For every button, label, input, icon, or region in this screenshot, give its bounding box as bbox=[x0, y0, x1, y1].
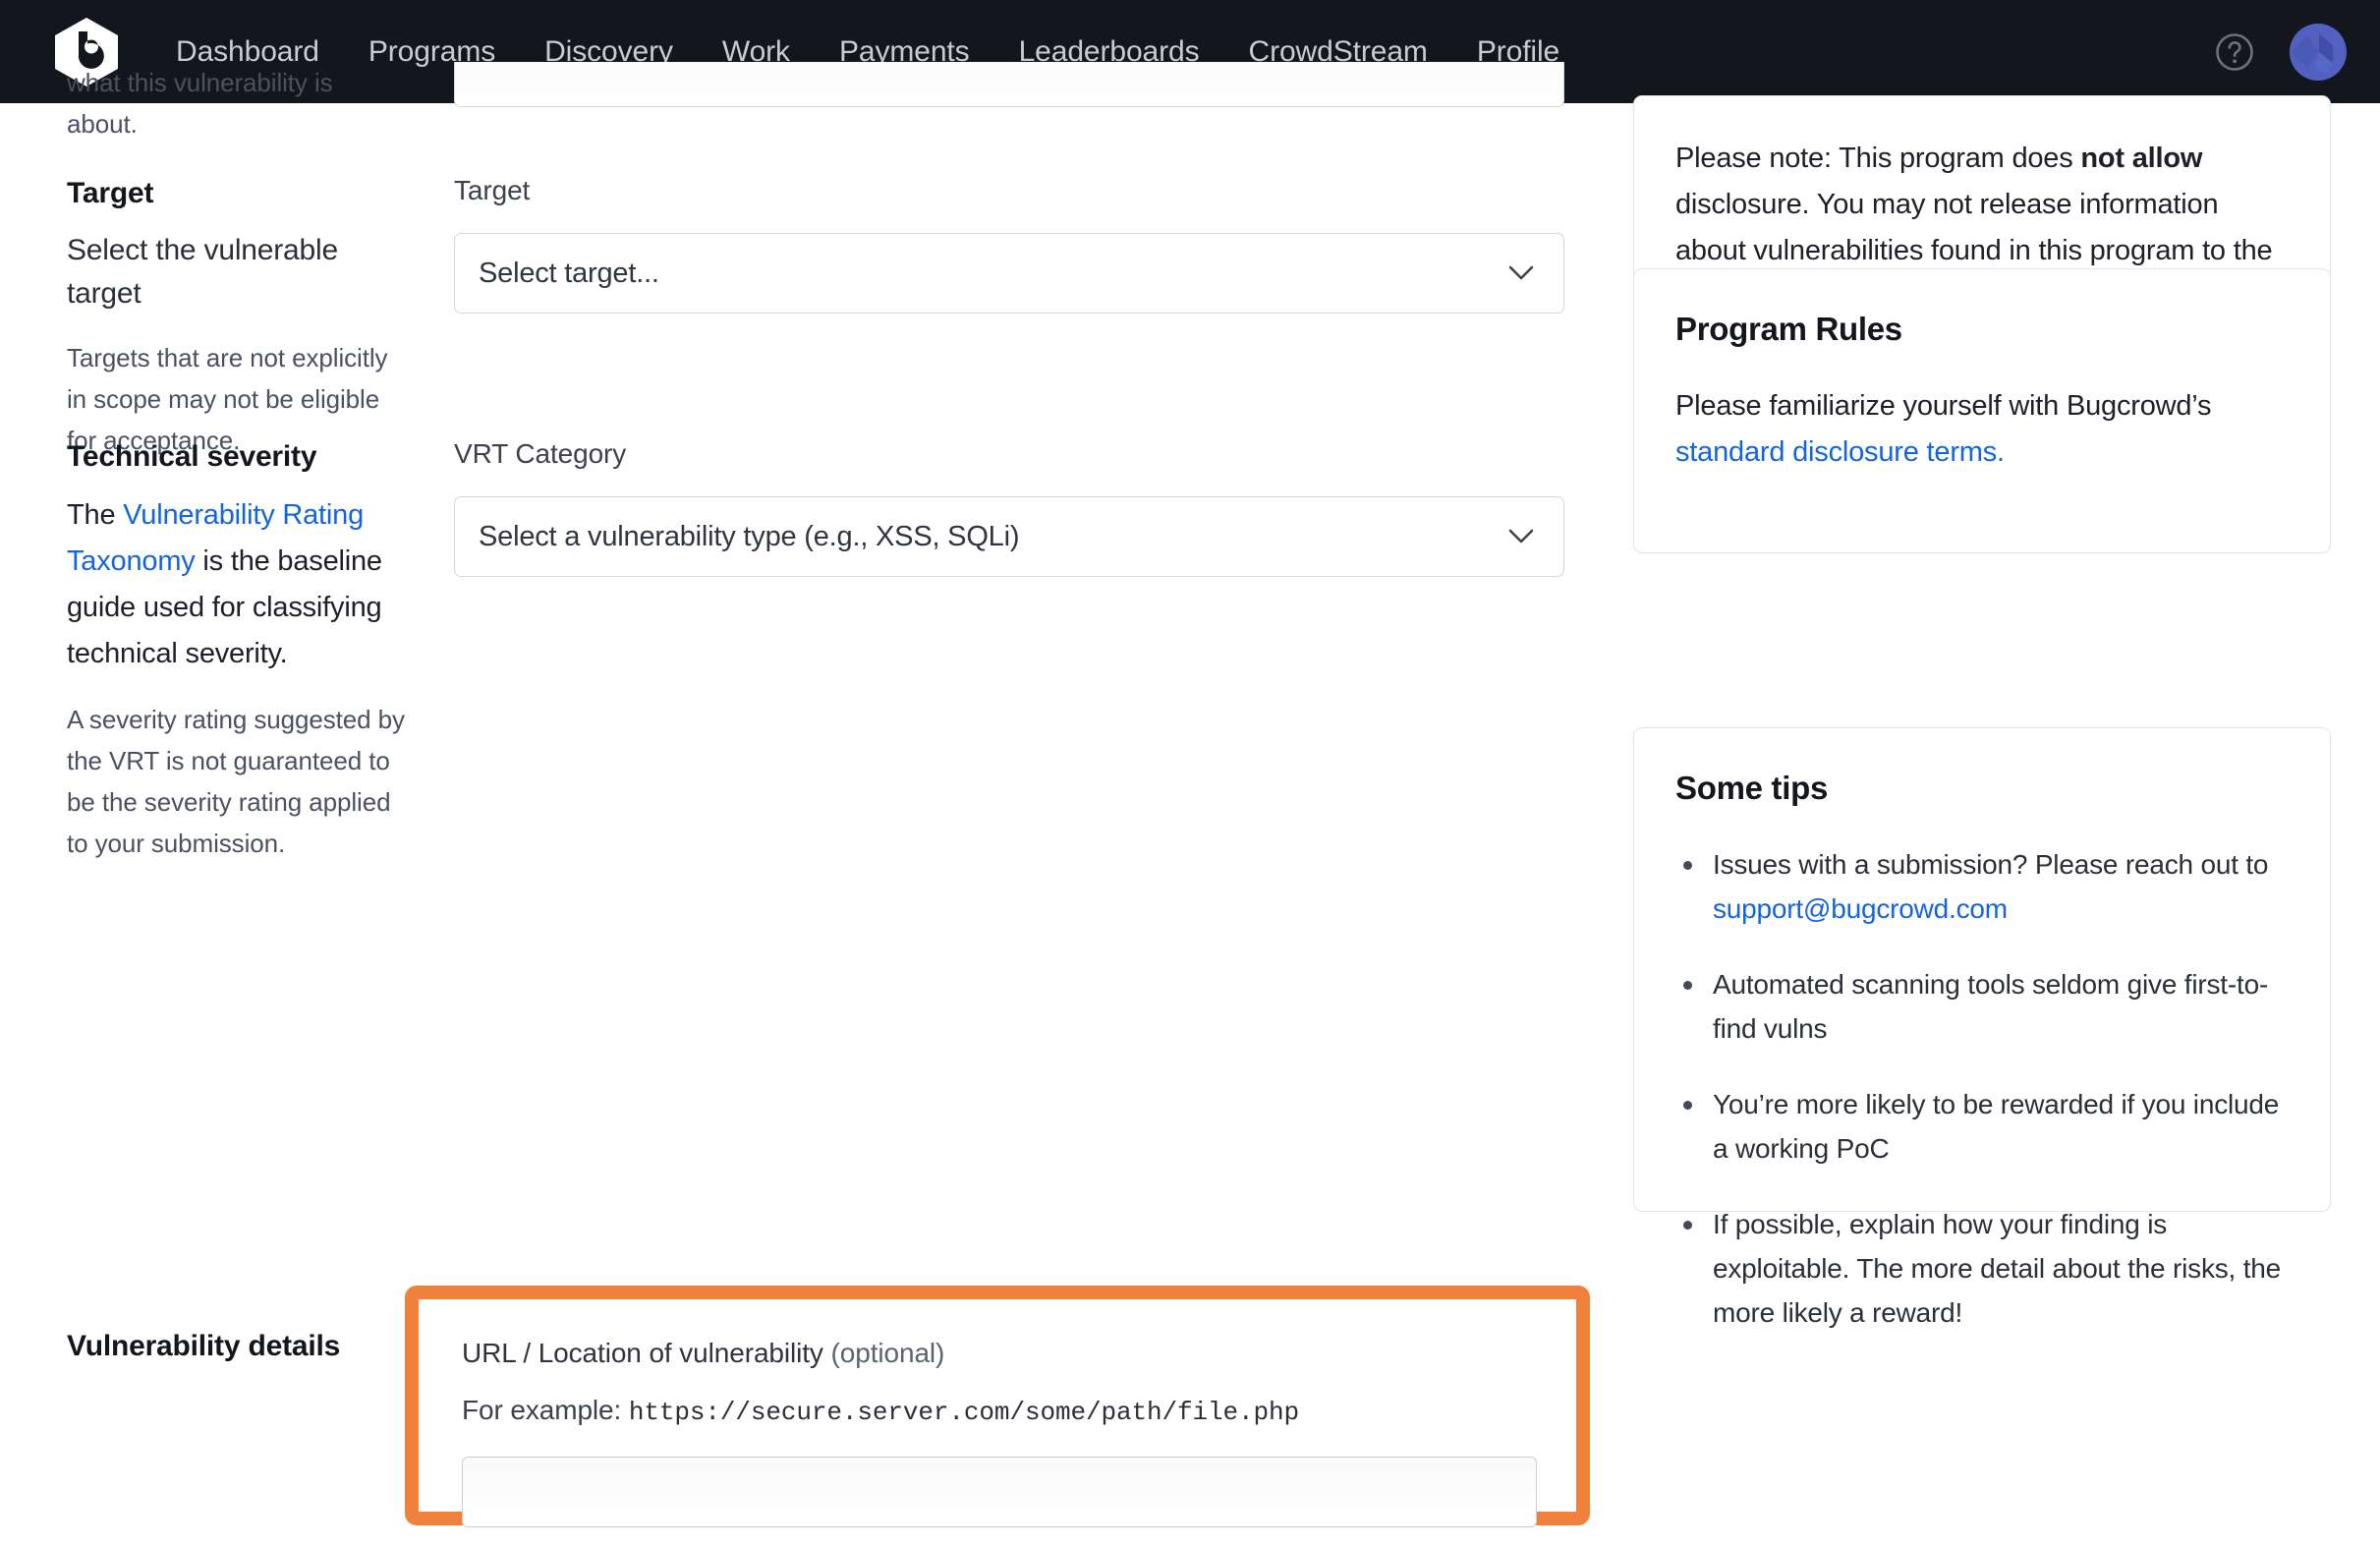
some-tips-title: Some tips bbox=[1675, 770, 1829, 806]
page-content: what this vulnerability is about. Target… bbox=[0, 62, 2380, 1547]
tips-list: Issues with a submission? Please reach o… bbox=[1675, 842, 2289, 1335]
target-subtitle: Select the vulnerable target bbox=[67, 234, 338, 310]
target-section-label: Target Select the vulnerable target Targ… bbox=[67, 174, 406, 461]
description-textarea[interactable] bbox=[454, 62, 1564, 107]
vrt-category-select[interactable]: Select a vulnerability type (e.g., XSS, … bbox=[454, 496, 1564, 577]
severity-section-label: Technical severity The Vulnerability Rat… bbox=[67, 437, 406, 864]
disclosure-text-pre: Please note: This program does bbox=[1675, 143, 2081, 174]
list-item: If possible, explain how your finding is… bbox=[1675, 1202, 2289, 1335]
target-field-group: Target Select target... bbox=[454, 174, 1564, 314]
list-item: Issues with a submission? Please reach o… bbox=[1675, 842, 2289, 931]
target-select-value: Select target... bbox=[479, 257, 659, 289]
vrt-field-label: VRT Category bbox=[454, 438, 627, 469]
tip-4-text: If possible, explain how your finding is… bbox=[1713, 1209, 2282, 1328]
program-rules-text-pre: Please familiarize yourself with Bugcrow… bbox=[1675, 390, 2212, 422]
severity-body: The Vulnerability Rating Taxonomy is the… bbox=[67, 492, 406, 677]
vulnerability-details-title: Vulnerability details bbox=[67, 1330, 341, 1362]
url-example-value: https://secure.server.com/some/path/file… bbox=[628, 1398, 1299, 1427]
tip-3-text: You’re more likely to be rewarded if you… bbox=[1713, 1089, 2280, 1164]
vrt-field-group: VRT Category Select a vulnerability type… bbox=[454, 437, 1564, 577]
severity-help: A severity rating suggested by the VRT i… bbox=[67, 705, 405, 858]
chevron-down-icon bbox=[1508, 265, 1534, 281]
url-example-prefix: For example: bbox=[462, 1395, 629, 1425]
standard-disclosure-terms-link[interactable]: standard disclosure terms. bbox=[1675, 436, 2005, 468]
list-item: Automated scanning tools seldom give fir… bbox=[1675, 962, 2289, 1051]
chevron-down-icon bbox=[1508, 529, 1534, 544]
user-avatar[interactable] bbox=[2290, 23, 2347, 81]
url-location-input[interactable] bbox=[462, 1457, 1537, 1527]
severity-title: Technical severity bbox=[67, 440, 317, 473]
description-help-text: what this vulnerability is about. bbox=[67, 68, 333, 139]
vrt-select-value: Select a vulnerability type (e.g., XSS, … bbox=[479, 520, 1020, 552]
vulnerability-details-label: Vulnerability details bbox=[67, 1327, 406, 1366]
tip-1-pre: Issues with a submission? Please reach o… bbox=[1713, 849, 2269, 880]
severity-body-pre: The bbox=[67, 499, 124, 531]
list-item: You’re more likely to be rewarded if you… bbox=[1675, 1082, 2289, 1171]
program-rules-card: Program Rules Please familiarize yoursel… bbox=[1633, 268, 2331, 553]
disclosure-text-bold: not allow bbox=[2080, 143, 2203, 174]
submission-form: what this vulnerability is about. Target… bbox=[0, 62, 1592, 1547]
program-rules-title: Program Rules bbox=[1675, 311, 1902, 347]
url-field-label-text: URL / Location of vulnerability bbox=[462, 1338, 823, 1368]
target-title: Target bbox=[67, 177, 154, 209]
support-email-link[interactable]: support@bugcrowd.com bbox=[1713, 893, 2008, 924]
some-tips-card: Some tips Issues with a submission? Plea… bbox=[1633, 727, 2331, 1328]
target-field-label: Target bbox=[454, 175, 531, 205]
url-field-label: URL / Location of vulnerability (optiona… bbox=[462, 1337, 1533, 1370]
url-field-highlight-box: URL / Location of vulnerability (optiona… bbox=[405, 1286, 1590, 1527]
url-field-example: For example: https://secure.server.com/s… bbox=[462, 1394, 1533, 1429]
target-select[interactable]: Select target... bbox=[454, 233, 1564, 314]
question-circle-icon[interactable] bbox=[2213, 30, 2256, 74]
tip-2-text: Automated scanning tools seldom give fir… bbox=[1713, 969, 2269, 1044]
url-field-optional-tag: (optional) bbox=[830, 1338, 945, 1368]
program-rules-text: Please familiarize yourself with Bugcrow… bbox=[1675, 383, 2289, 476]
